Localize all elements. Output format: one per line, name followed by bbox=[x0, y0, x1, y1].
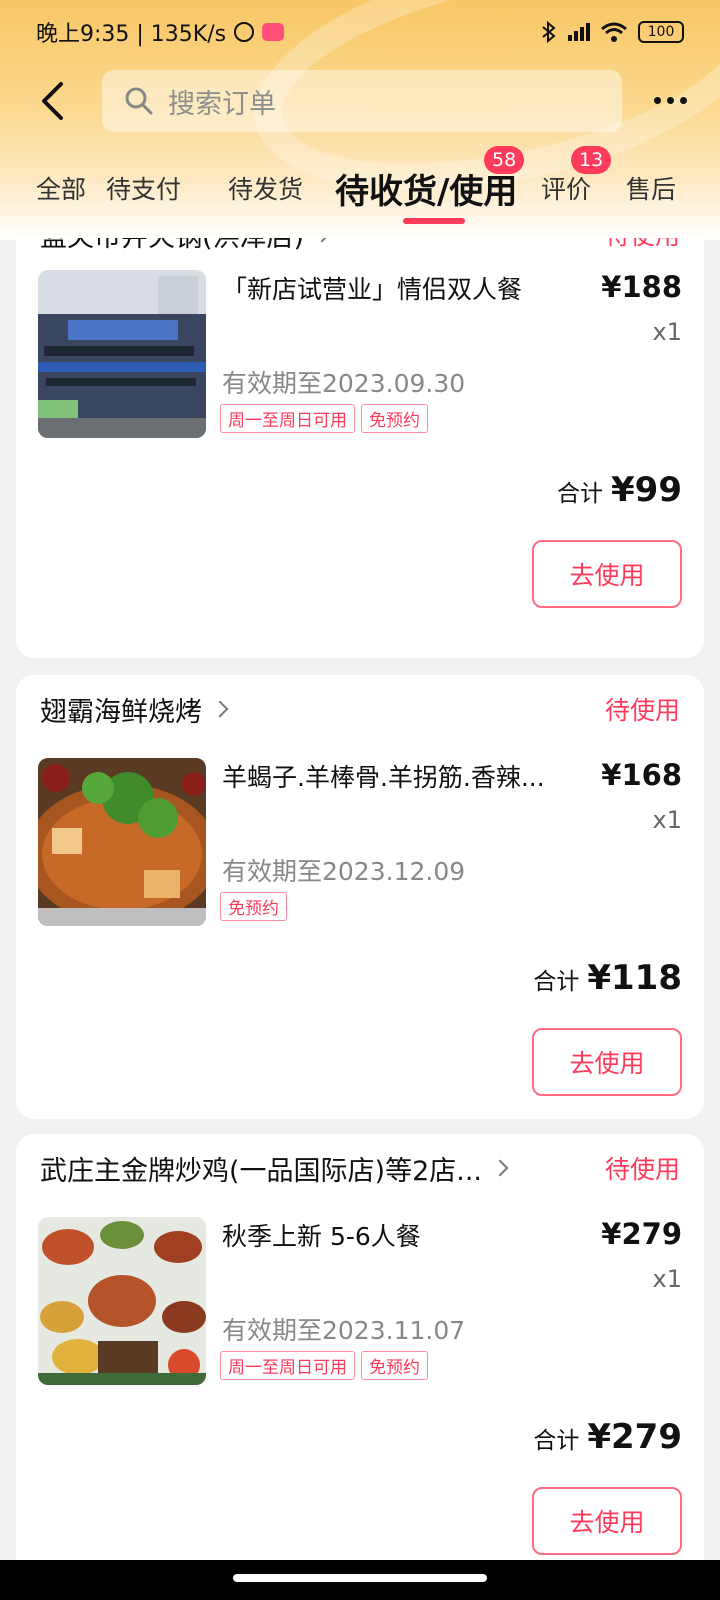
order-card[interactable]: 武庄主金牌炒鸡(一品国际店)等2店... 待使用 秋季上新 5-6人餐 ¥279… bbox=[16, 1134, 704, 1560]
use-voucher-button[interactable]: 去使用 bbox=[532, 1028, 682, 1096]
tag-available-days: 周一至周日可用 bbox=[220, 1351, 355, 1380]
more-dot-icon bbox=[679, 96, 687, 104]
battery-icon: 100 bbox=[638, 21, 684, 43]
tag-available-days: 周一至周日可用 bbox=[220, 404, 355, 433]
use-voucher-button[interactable]: 去使用 bbox=[532, 540, 682, 608]
active-tab-indicator bbox=[403, 218, 465, 224]
alarm-icon bbox=[234, 22, 255, 42]
chevron-right-icon bbox=[313, 238, 331, 243]
quantity: x1 bbox=[652, 806, 682, 834]
tag-no-reservation: 免预约 bbox=[361, 1351, 428, 1380]
order-card[interactable]: 翅霸海鲜烧烤 待使用 羊蝎子.羊棒骨.羊拐筋.香辣... ¥168 x1 有效期… bbox=[16, 675, 704, 1119]
validity-date: 有效期至2023.11.07 bbox=[222, 1316, 466, 1345]
more-dot-icon bbox=[653, 96, 661, 104]
tab-pending-shipment[interactable]: 待发货 bbox=[228, 170, 303, 206]
tab-count-badge: 13 bbox=[571, 146, 612, 174]
order-status: 待使用 bbox=[604, 696, 680, 725]
total-amount: ¥279 bbox=[587, 1417, 682, 1457]
back-button[interactable] bbox=[22, 71, 82, 131]
product-image[interactable] bbox=[38, 758, 206, 926]
total-label: 合计 bbox=[533, 1428, 580, 1454]
wifi-icon bbox=[601, 22, 627, 42]
more-options-button[interactable] bbox=[646, 76, 694, 124]
hotpot-dish-icon bbox=[38, 758, 206, 926]
status-time: 晚上9:35 | 135K/s bbox=[36, 22, 227, 47]
tab-review[interactable]: 评价 bbox=[541, 170, 591, 206]
search-icon bbox=[125, 87, 153, 115]
search-placeholder: 搜索订单 bbox=[168, 88, 276, 120]
navigation-bar bbox=[0, 1560, 720, 1600]
home-indicator[interactable] bbox=[233, 1574, 487, 1582]
product-image[interactable] bbox=[38, 270, 206, 438]
unit-price: ¥279 bbox=[601, 1217, 682, 1251]
back-arrow-icon bbox=[42, 82, 63, 120]
more-dot-icon bbox=[666, 96, 674, 104]
search-input[interactable]: 搜索订单 bbox=[102, 70, 622, 132]
order-list[interactable]: 蓝夫市井火锅(洪泽店) 待使用 「新店试营业」情侣双人餐 ¥188 x1 有效期… bbox=[0, 238, 720, 1560]
unit-price: ¥168 bbox=[601, 758, 682, 792]
shop-name[interactable]: 翅霸海鲜烧烤 bbox=[40, 690, 202, 729]
tag-no-reservation: 免预约 bbox=[220, 892, 287, 921]
quantity: x1 bbox=[652, 318, 682, 346]
restaurant-storefront-icon bbox=[38, 270, 206, 438]
tab-after-sales[interactable]: 售后 bbox=[626, 170, 676, 206]
chevron-right-icon bbox=[491, 1159, 509, 1177]
tab-pending-payment[interactable]: 待支付 bbox=[106, 170, 181, 206]
order-tabs: 全部 待支付 待发货 待收货/使用 58 评价 13 售后 bbox=[0, 146, 720, 238]
signal-icon bbox=[568, 23, 590, 41]
validity-date: 有效期至2023.12.09 bbox=[222, 857, 466, 886]
quantity: x1 bbox=[652, 1265, 682, 1293]
shop-name[interactable]: 蓝夫市井火锅(洪泽店) bbox=[40, 238, 304, 254]
total-amount: ¥118 bbox=[587, 958, 682, 998]
order-status: 待使用 bbox=[605, 238, 680, 252]
use-voucher-button[interactable]: 去使用 bbox=[532, 1487, 682, 1555]
bluetooth-icon bbox=[542, 21, 556, 43]
product-name[interactable]: 秋季上新 5-6人餐 bbox=[222, 1217, 562, 1253]
total-label: 合计 bbox=[533, 969, 580, 995]
status-bar: 晚上9:35 | 135K/s 100 bbox=[0, 0, 720, 64]
tab-count-badge: 58 bbox=[484, 146, 525, 174]
product-name[interactable]: 「新店试营业」情侣双人餐 bbox=[222, 270, 562, 306]
top-bar: 搜索订单 bbox=[0, 66, 720, 136]
order-card[interactable]: 蓝夫市井火锅(洪泽店) 待使用 「新店试营业」情侣双人餐 ¥188 x1 有效期… bbox=[16, 238, 704, 658]
total-label: 合计 bbox=[557, 481, 604, 507]
product-name[interactable]: 羊蝎子.羊棒骨.羊拐筋.香辣... bbox=[222, 758, 562, 794]
order-status: 待使用 bbox=[604, 1155, 680, 1184]
app-notification-icon bbox=[262, 23, 285, 41]
total-amount: ¥99 bbox=[611, 470, 682, 510]
shop-name[interactable]: 武庄主金牌炒鸡(一品国际店)等2店... bbox=[40, 1149, 482, 1188]
tab-all[interactable]: 全部 bbox=[36, 170, 86, 206]
unit-price: ¥188 bbox=[601, 270, 682, 304]
product-image[interactable] bbox=[38, 1217, 206, 1385]
chevron-right-icon bbox=[211, 700, 229, 718]
validity-date: 有效期至2023.09.30 bbox=[222, 369, 466, 398]
set-meal-dishes-icon bbox=[38, 1217, 206, 1385]
tag-no-reservation: 免预约 bbox=[361, 404, 428, 433]
